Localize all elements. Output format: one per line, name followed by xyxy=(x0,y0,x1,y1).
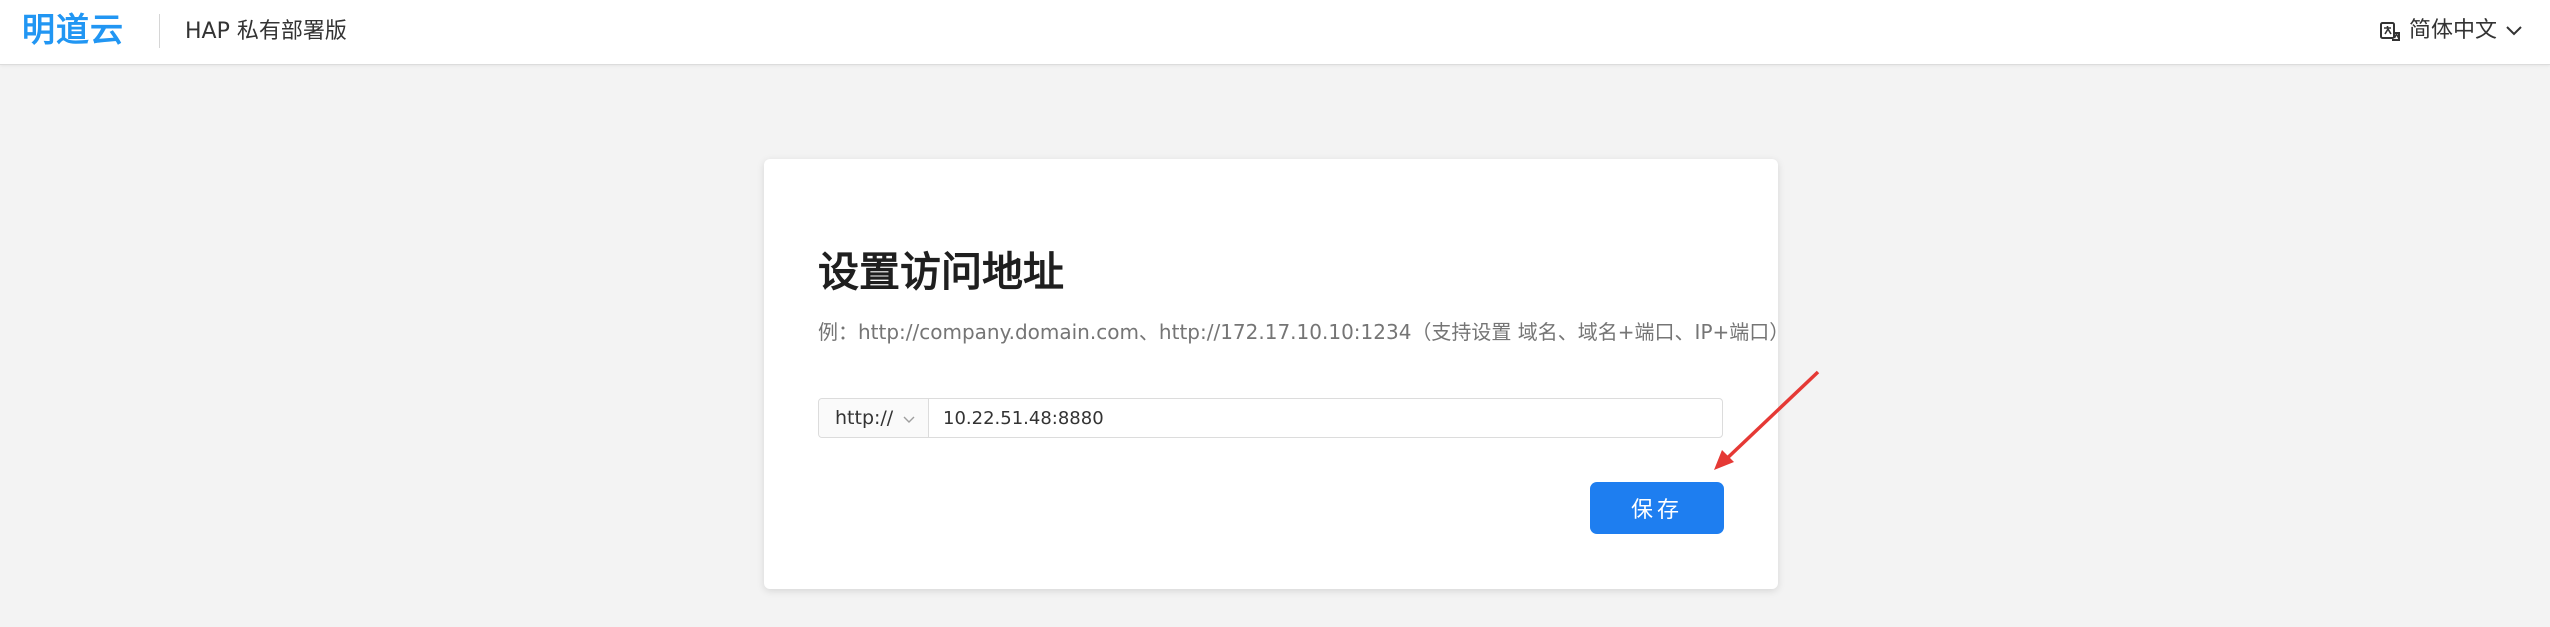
language-label: 简体中文 xyxy=(2408,18,2497,43)
chevron-down-icon xyxy=(2505,25,2523,37)
page-title: 设置访问地址 xyxy=(818,248,1064,296)
language-switcher[interactable]: 简体中文 xyxy=(2379,14,2523,48)
address-hint: 例：http://company.domain.com、http://172.1… xyxy=(818,320,1790,344)
translate-icon xyxy=(2379,20,2401,42)
header-divider xyxy=(159,14,160,48)
address-input[interactable] xyxy=(929,399,1722,437)
top-bar: 明道云 HAP 私有部署版 简体中文 xyxy=(0,0,2550,65)
protocol-select[interactable]: http:// xyxy=(819,399,929,437)
mingdao-logo[interactable]: 明道云 xyxy=(22,10,124,50)
product-name: HAP 私有部署版 xyxy=(185,19,347,44)
protocol-selected-value: http:// xyxy=(835,407,894,429)
address-input-group: http:// xyxy=(818,398,1723,438)
setup-card: 设置访问地址 例：http://company.domain.com、http:… xyxy=(764,159,1789,589)
annotation-arrow-icon xyxy=(1714,370,1820,470)
chevron-down-icon xyxy=(903,409,915,428)
